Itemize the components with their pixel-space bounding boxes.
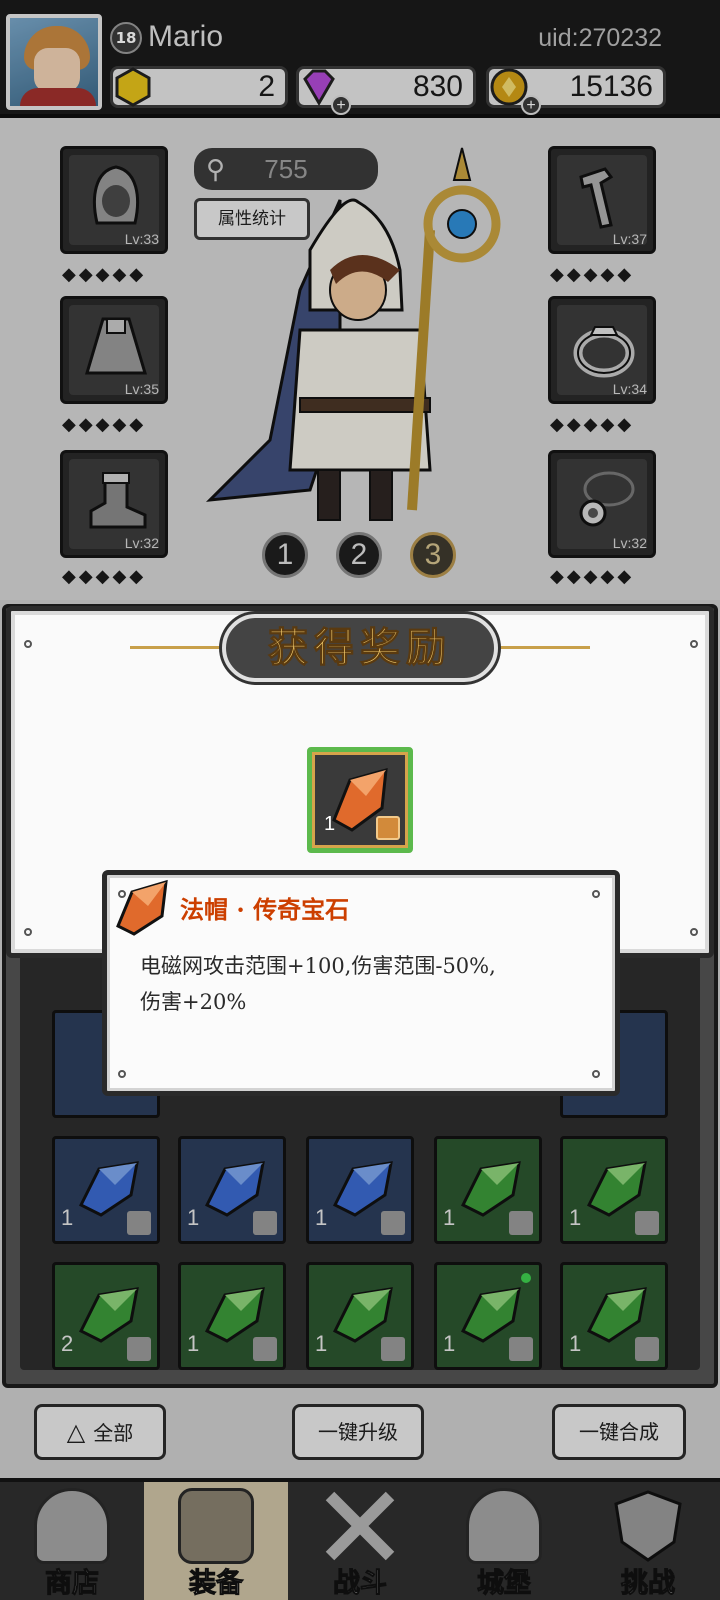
panel-rivet — [592, 1070, 600, 1078]
orange-gem-icon — [116, 879, 168, 936]
panel-rivet — [24, 640, 32, 648]
panel-rivet — [690, 928, 698, 936]
tooltip-desc-line: 电磁网攻击范围+100,伤害范围-50%, — [140, 954, 496, 978]
title-ornament — [494, 646, 590, 649]
reward-item-slot[interactable]: 1 — [307, 747, 413, 853]
tooltip-title: 法帽 · 传奇宝石 — [180, 895, 350, 924]
tooltip-desc-line: 伤害+20% — [140, 990, 247, 1014]
panel-rivet — [118, 1070, 126, 1078]
tooltip-description: 电磁网攻击范围+100,伤害范围-50%, 伤害+20% — [140, 948, 600, 1020]
panel-rivet — [24, 928, 32, 936]
panel-rivet — [690, 640, 698, 648]
title-ornament — [130, 646, 226, 649]
reward-item-count: 1 — [324, 813, 336, 835]
hood-slot-icon — [376, 816, 400, 840]
reward-title-banner: 获得奖励 — [222, 614, 498, 682]
panel-rivet — [592, 890, 600, 898]
reward-title: 获得奖励 — [268, 624, 452, 672]
